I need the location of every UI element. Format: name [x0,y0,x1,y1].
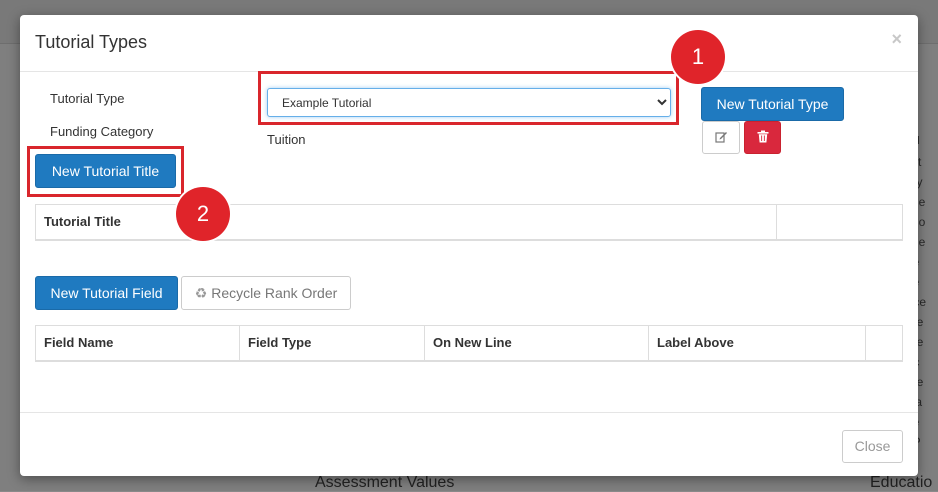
column-header-actions [866,326,902,360]
tutorial-titles-table: Tutorial Title [35,204,903,241]
column-header-actions [777,205,902,239]
column-header-on-new-line: On New Line [425,326,649,360]
modal-title: Tutorial Types [35,32,148,52]
column-header-tutorial-title: Tutorial Title [36,205,777,239]
callout-box-1 [258,71,679,125]
tutorial-type-label: Tutorial Type [50,91,125,106]
edit-icon [714,130,728,146]
column-header-label-above: Label Above [649,326,866,360]
recycle-icon: ♻ [194,284,208,301]
recycle-rank-order-button[interactable]: ♻ Recycle Rank Order [181,276,351,310]
modal-header: Tutorial Types × [20,15,918,72]
new-tutorial-type-button[interactable]: New Tutorial Type [701,87,844,121]
funding-category-value: Tuition [267,132,306,147]
modal-footer: Close [20,412,918,476]
funding-category-label: Funding Category [50,124,154,139]
delete-button[interactable] [744,121,781,154]
recycle-rank-order-label: Recycle Rank Order [211,284,338,301]
callout-badge-2: 2 [176,187,230,241]
callout-box-2 [27,146,184,197]
tutorial-fields-table: Field Name Field Type On New Line Label … [35,325,903,362]
close-icon[interactable]: × [891,29,902,50]
close-button[interactable]: Close [842,430,903,463]
column-header-field-name: Field Name [36,326,240,360]
edit-button[interactable] [702,121,740,154]
new-tutorial-field-button[interactable]: New Tutorial Field [35,276,178,310]
column-header-field-type: Field Type [240,326,425,360]
callout-badge-1: 1 [671,30,725,84]
trash-icon [757,130,769,146]
